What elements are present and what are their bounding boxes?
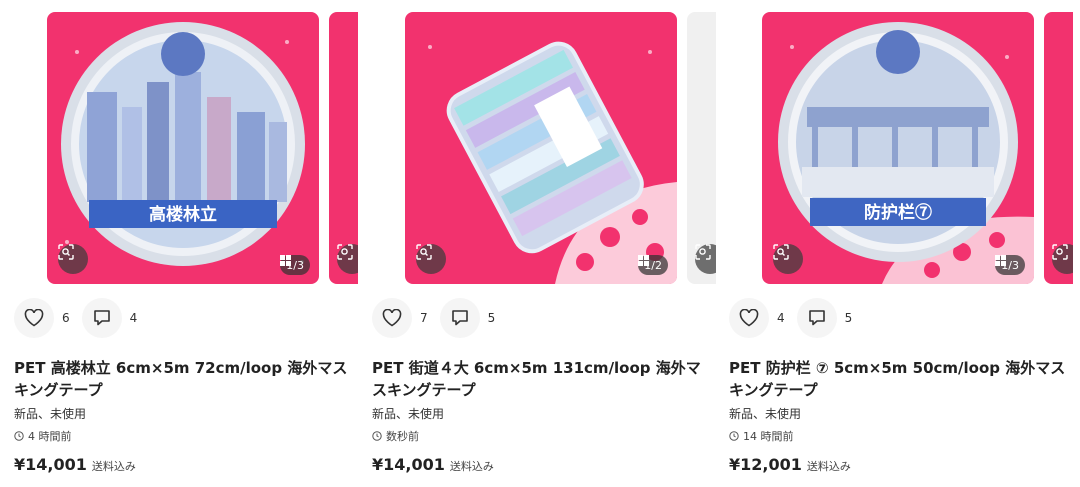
next-photo-preview[interactable] [687,12,716,284]
shipping-included: 送料込み [449,460,494,473]
tape-roll-image: 防护栏⑦ [778,22,1034,284]
comment-button[interactable] [81,298,122,338]
lens-search-icon [416,244,432,260]
product-photo[interactable]: 防护栏⑦ 1/3 [762,12,1034,284]
next-photo-preview[interactable] [1044,12,1073,284]
comment-count: 5 [844,311,853,325]
posted-time: 数秒前 [372,428,419,444]
gallery-grid-icon [995,255,1007,266]
price-row: ¥12,001 送料込み [729,455,851,474]
posted-time-text: 4 時間前 [28,430,72,443]
lens-search-icon [773,244,789,260]
item-condition: 新品、未使用 [372,407,445,421]
lens-search-button[interactable] [337,244,358,274]
posted-time-text: 14 時間前 [743,430,794,443]
svg-text:高楼林立: 高楼林立 [149,204,217,225]
comment-icon [451,310,468,326]
product-title[interactable]: PET 高楼林立 6cm×5m 72cm/loop 海外マスキングテープ [14,357,354,401]
item-condition: 新品、未使用 [729,407,802,421]
posted-time-text: 数秒前 [386,430,419,443]
item-condition: 新品、未使用 [14,407,87,421]
image-counter: 1/3 [995,255,1025,275]
comment-icon [808,310,825,326]
gallery-grid-icon [280,255,292,266]
like-count: 7 [420,311,428,325]
comment-button[interactable] [796,298,837,338]
comment-button[interactable] [439,298,480,338]
engagement-bar: 4 5 [729,298,864,338]
product-photo[interactable]: 1/2 [405,12,677,284]
comment-count: 4 [129,311,138,325]
comment-icon [93,310,110,326]
clock-icon [372,431,382,441]
lens-search-button[interactable] [695,244,716,274]
gallery-grid-icon [638,255,650,266]
comment-count: 5 [487,311,496,325]
lens-search-icon [1052,244,1068,260]
posted-time: 4 時間前 [14,428,72,444]
like-button[interactable] [729,298,769,338]
product-card[interactable]: 高楼林立 1/3 6 4 PET 高楼林立 6cm×5m 72cm/loop 海… [0,0,358,487]
svg-text:防护栏⑦: 防护栏⑦ [864,202,932,223]
shipping-included: 送料込み [91,460,136,473]
product-card[interactable]: 防护栏⑦ 1/3 4 5 PET 防护栏 ⑦ 5cm×5m 50cm/loop … [715,0,1073,487]
image-counter: 1/3 [280,255,310,275]
price: ¥14,001 [14,455,87,474]
price-row: ¥14,001 送料込み [372,455,494,474]
posted-time: 14 時間前 [729,428,794,444]
price: ¥14,001 [372,455,445,474]
clock-icon [729,431,739,441]
tape-roll-image: 高楼林立 [61,22,305,266]
lens-search-icon [337,244,353,260]
price-row: ¥14,001 送料込み [14,455,136,474]
engagement-bar: 6 4 [14,298,149,338]
heart-icon [739,309,759,327]
lens-search-button[interactable] [58,244,88,274]
image-carousel[interactable]: 防护栏⑦ 1/3 [715,12,1073,284]
engagement-bar: 7 5 [372,298,507,338]
product-title[interactable]: PET 街道４大 6cm×5m 131cm/loop 海外マスキングテープ [372,357,712,401]
like-button[interactable] [14,298,54,338]
tape-stack-image [428,41,677,284]
image-counter: 1/2 [638,255,668,275]
product-card[interactable]: 1/2 7 5 PET 街道４大 6cm×5m 131cm/loop 海外マスキ… [358,0,716,487]
product-photo[interactable]: 高楼林立 1/3 [47,12,319,284]
like-button[interactable] [372,298,412,338]
product-title[interactable]: PET 防护栏 ⑦ 5cm×5m 50cm/loop 海外マスキングテープ [729,357,1069,401]
clock-icon [14,431,24,441]
lens-search-icon [58,244,74,260]
image-carousel[interactable]: 高楼林立 1/3 [0,12,358,284]
shipping-included: 送料込み [806,460,851,473]
lens-search-icon [695,244,711,260]
heart-icon [382,309,402,327]
image-carousel[interactable]: 1/2 [358,12,716,284]
next-photo-preview[interactable] [329,12,358,284]
price: ¥12,001 [729,455,802,474]
lens-search-button[interactable] [773,244,803,274]
like-count: 4 [777,311,785,325]
heart-icon [24,309,44,327]
like-count: 6 [62,311,70,325]
lens-search-button[interactable] [1052,244,1073,274]
lens-search-button[interactable] [416,244,446,274]
